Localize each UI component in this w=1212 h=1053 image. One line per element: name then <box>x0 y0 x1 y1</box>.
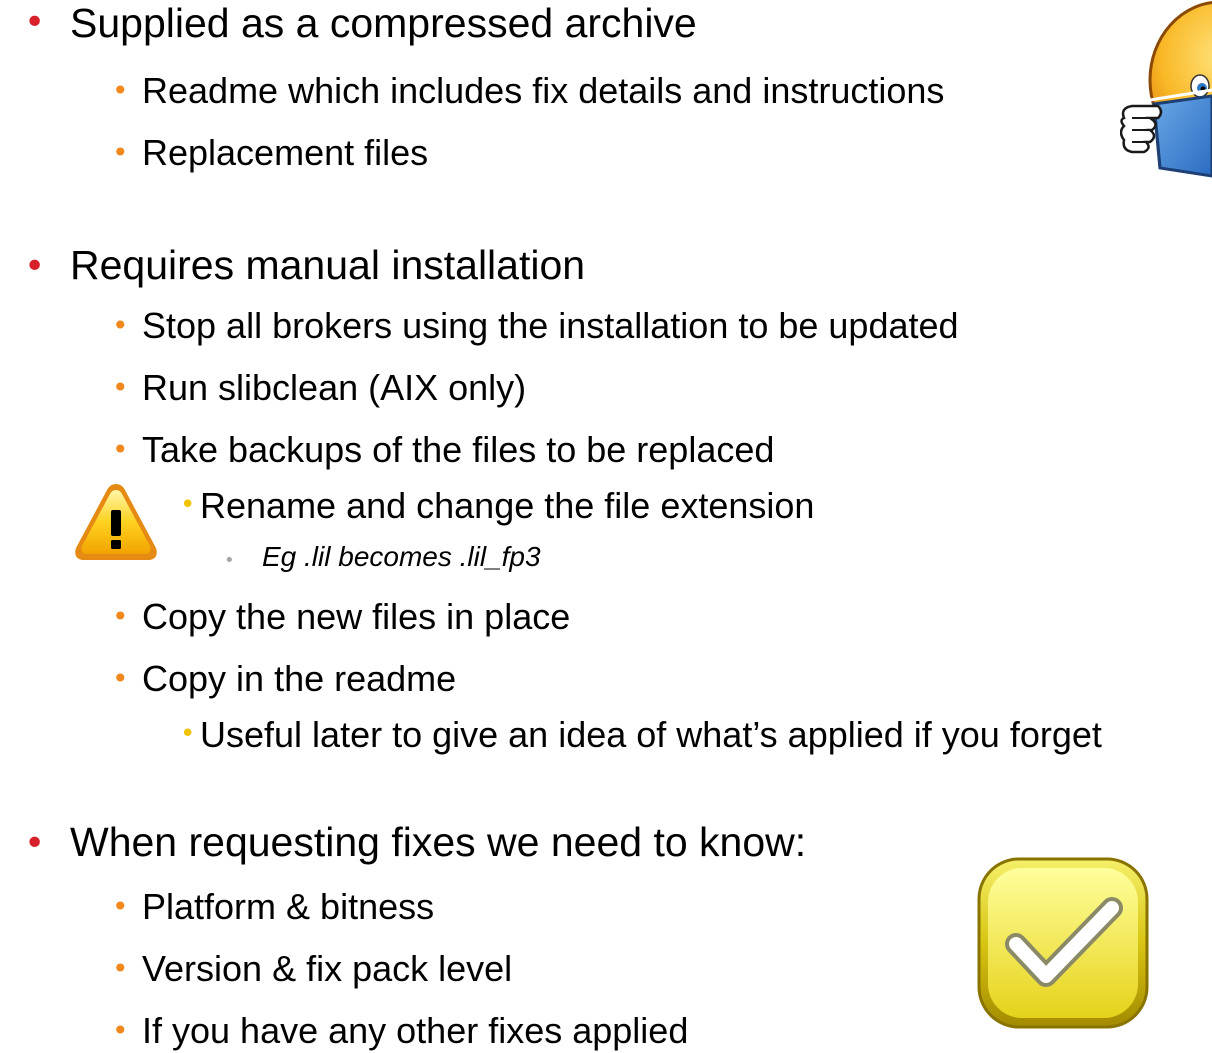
section-2-item-5: Copy in the readme <box>142 658 457 699</box>
slide: • Supplied as a compressed archive • Rea… <box>0 0 1212 1053</box>
section-3-item-3: If you have any other fixes applied <box>142 1010 689 1051</box>
bullet-level2: • <box>112 74 129 107</box>
section-2-item-3: Take backups of the files to be replaced <box>142 429 775 470</box>
bullet-level3: • <box>180 490 196 520</box>
section-3-heading: When requesting fixes we need to know: <box>70 819 807 865</box>
bullet-level1: • <box>24 2 46 43</box>
section-1-heading: Supplied as a compressed archive <box>70 0 697 46</box>
bullet-level3: • <box>180 719 196 749</box>
section-3-item-2: Version & fix pack level <box>142 948 513 989</box>
bullet-level1: • <box>24 246 46 287</box>
bullet-level2: • <box>112 309 129 342</box>
section-2-item-4: Copy the new files in place <box>142 596 571 637</box>
section-3-item-1: Platform & bitness <box>142 886 435 927</box>
section-2-item-2: Run slibclean (AIX only) <box>142 367 527 408</box>
bullet-level2: • <box>112 136 129 169</box>
bullet-level2: • <box>112 662 129 695</box>
bullet-level2: • <box>112 433 129 466</box>
bullet-level2: • <box>112 600 129 633</box>
section-2-subitem-rename: Rename and change the file extension <box>200 485 815 526</box>
section-1-item-1: Readme which includes fix details and in… <box>142 70 945 111</box>
section-2-item-1: Stop all brokers using the installation … <box>142 305 959 346</box>
bullet-level2: • <box>112 952 129 985</box>
section-2-subitem-example: Eg .lil becomes .lil_fp3 <box>262 541 541 572</box>
section-1-item-2: Replacement files <box>142 132 429 173</box>
checkmark-icon <box>977 857 1149 1029</box>
bullet-level2: • <box>112 1014 129 1047</box>
bullet-level2: • <box>112 890 129 923</box>
section-2-subitem-useful: Useful later to give an idea of what’s a… <box>200 714 1102 755</box>
section-2-heading: Requires manual installation <box>70 242 586 288</box>
bullet-level4: • <box>224 550 235 571</box>
warning-icon <box>75 484 157 560</box>
reading-character-icon <box>1120 1 1212 178</box>
bullet-level2: • <box>112 371 129 404</box>
bullet-level1: • <box>24 823 46 864</box>
